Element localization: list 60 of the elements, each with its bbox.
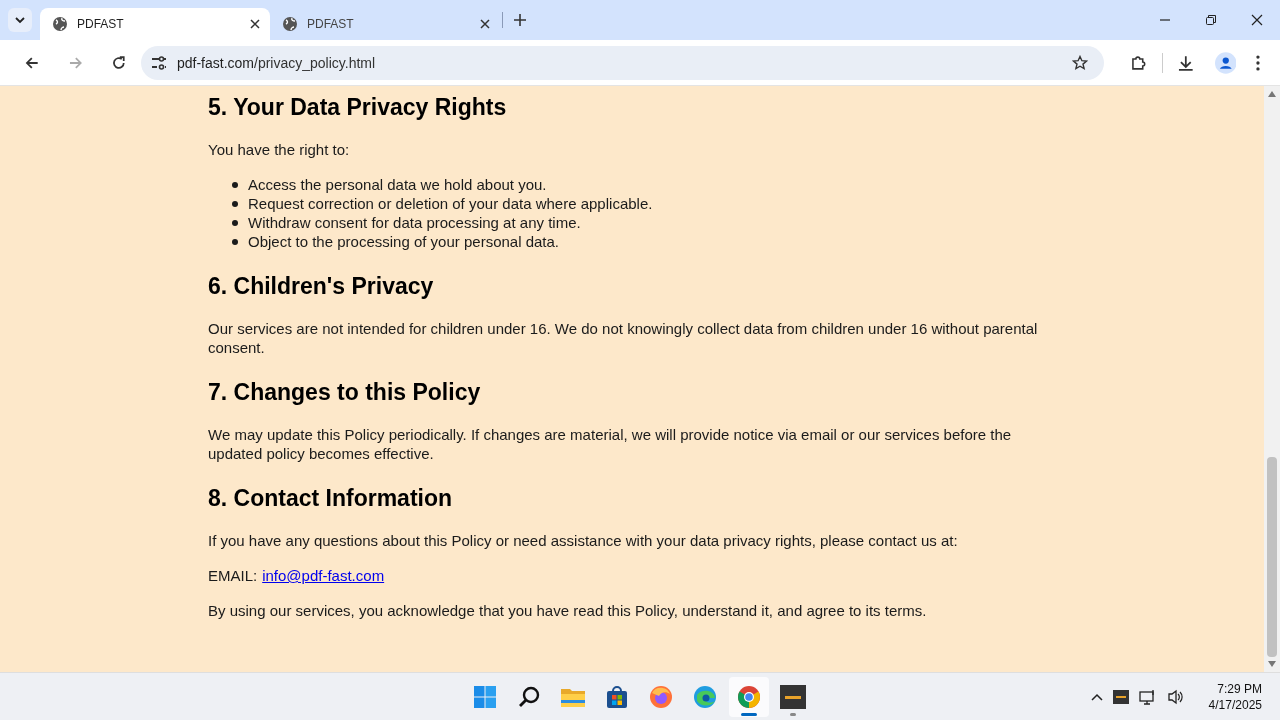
app-icon <box>780 684 806 709</box>
restore-icon[interactable] <box>1205 14 1217 26</box>
store-icon <box>605 684 629 709</box>
clock-time[interactable]: 7:29 PM <box>1217 680 1262 697</box>
bullet <box>232 200 238 207</box>
paragraph: Our services are not intended for children under 16. We do not knowingly collect data from children under 16 without parental consent. <box>208 319 1039 357</box>
email-label: EMAIL: <box>208 566 258 585</box>
menu-icon[interactable] <box>1256 54 1260 71</box>
email-link[interactable]: info@pdf-fast.com <box>262 566 385 585</box>
network-icon[interactable] <box>1138 688 1157 705</box>
clock-date[interactable]: 4/17/2025 <box>1208 696 1262 713</box>
paragraph: You have the right to: <box>208 140 351 159</box>
star-icon[interactable] <box>1072 54 1089 71</box>
firefox-icon <box>649 684 673 709</box>
chevron-icon <box>14 14 26 26</box>
tab-search-button[interactable] <box>8 8 32 32</box>
profile-icon[interactable] <box>1214 51 1237 74</box>
app-tray-icon[interactable] <box>1112 689 1129 704</box>
list-item-text: Object to the processing of your personal data. <box>248 232 559 251</box>
address-bar[interactable]: pdf-fast.com/privacy_policy.html <box>140 45 1105 80</box>
list-item-text: Access the personal data we hold about you. <box>248 175 547 194</box>
bullet <box>232 219 238 226</box>
caret-icon[interactable] <box>1090 692 1103 701</box>
bullet <box>232 238 238 245</box>
search-icon <box>517 684 541 709</box>
scrollbar[interactable] <box>1264 86 1280 672</box>
volume-icon[interactable] <box>1166 688 1185 705</box>
edge-icon <box>693 684 717 709</box>
close-icon[interactable] <box>1251 14 1263 26</box>
running-indicator <box>790 712 796 716</box>
close-icon[interactable] <box>250 19 260 29</box>
section-heading: 5. Your Data Privacy Rights <box>208 93 508 122</box>
chrome-icon <box>737 684 761 709</box>
scroll-down-icon[interactable] <box>1268 661 1276 667</box>
section-heading: 7. Changes to this Policy <box>208 378 482 407</box>
globe-icon <box>52 16 68 32</box>
browser-tab[interactable]: PDFAST <box>270 8 500 40</box>
scroll-thumb[interactable] <box>1267 457 1277 657</box>
bullet <box>232 181 238 188</box>
reload-icon[interactable] <box>111 54 127 71</box>
browser-tab[interactable]: PDFAST <box>40 8 270 40</box>
running-indicator <box>741 712 757 716</box>
tab-title: PDFAST <box>307 17 355 31</box>
scroll-up-icon[interactable] <box>1268 91 1276 97</box>
puzzle-icon[interactable] <box>1130 53 1148 72</box>
paragraph: By using our services, you acknowledge that you have read this Policy, understand it, and agree to its terms. <box>208 601 928 620</box>
url-text: pdf-fast.com/privacy_policy.html <box>176 54 376 71</box>
new-tab-icon[interactable] <box>513 13 527 27</box>
paragraph: We may update this Policy periodically. If changes are material, we will provide notice via email or our services before the updated policy becomes effective. <box>208 425 1013 463</box>
windows-icon <box>473 684 497 709</box>
close-icon[interactable] <box>480 19 490 29</box>
list-item-text: Withdraw consent for data processing at any time. <box>248 213 581 232</box>
site-settings-icon[interactable] <box>150 54 167 71</box>
paragraph: If you have any questions about this Policy or need assistance with your data privacy rights, please contact us at: <box>208 531 959 550</box>
tab-title: PDFAST <box>77 17 125 31</box>
download-icon[interactable] <box>1176 53 1195 72</box>
section-heading: 6. Children's Privacy <box>208 272 435 301</box>
section-heading: 8. Contact Information <box>208 484 454 513</box>
globe-icon <box>282 16 298 32</box>
list-item-text: Request correction or deletion of your data where applicable. <box>248 194 653 213</box>
